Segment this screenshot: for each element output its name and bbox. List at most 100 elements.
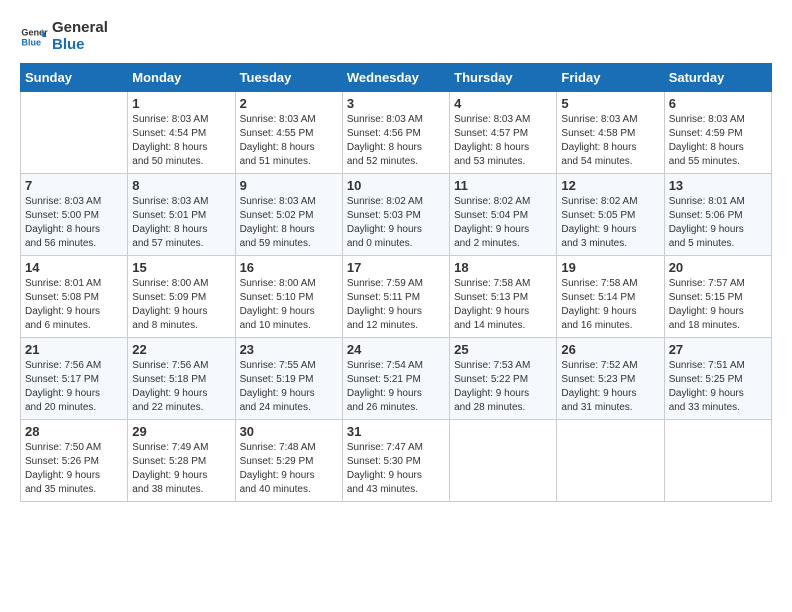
day-number: 21 [25, 342, 123, 357]
weekday-header-thursday: Thursday [450, 64, 557, 92]
calendar-cell: 25Sunrise: 7:53 AM Sunset: 5:22 PM Dayli… [450, 338, 557, 420]
day-info: Sunrise: 7:52 AM Sunset: 5:23 PM Dayligh… [561, 359, 659, 415]
day-number: 19 [561, 260, 659, 275]
weekday-header-sunday: Sunday [21, 64, 128, 92]
day-info: Sunrise: 7:58 AM Sunset: 5:14 PM Dayligh… [561, 277, 659, 333]
logo-blue: Blue [52, 37, 108, 54]
day-info: Sunrise: 8:02 AM Sunset: 5:04 PM Dayligh… [454, 195, 552, 251]
logo-general: General [52, 20, 108, 37]
calendar-cell: 4 Sunrise: 8:03 AM Sunset: 4:57 PM Daylig… [450, 92, 557, 174]
calendar-cell: 30 Sunrise: 7:48 AM Sunset: 5:29 PM Dayli… [235, 420, 342, 502]
day-info: Sunrise: 7:59 AM Sunset: 5:11 PM Dayligh… [347, 277, 445, 333]
calendar-week-1: 1 Sunrise: 8:03 AM Sunset: 4:54 PM Daylig… [21, 92, 772, 174]
day-info: Sunrise: 8:03 AM Sunset: 5:01 PM Dayligh… [132, 195, 230, 251]
day-number: 15 [132, 260, 230, 275]
calendar-cell: 7Sunrise: 8:03 AM Sunset: 5:00 PM Daylig… [21, 174, 128, 256]
calendar-cell: 26 Sunrise: 7:52 AM Sunset: 5:23 PM Dayli… [557, 338, 664, 420]
day-number: 27 [669, 342, 767, 357]
day-number: 23 [240, 342, 338, 357]
day-info: Sunrise: 8:03 AM Sunset: 4:56 PM Dayligh… [347, 113, 445, 169]
calendar-cell: 20 Sunrise: 7:57 AM Sunset: 5:15 PM Dayli… [664, 256, 771, 338]
day-info: Sunrise: 7:56 AM Sunset: 5:17 PM Dayligh… [25, 359, 123, 415]
day-number: 16 [240, 260, 338, 275]
day-info: Sunrise: 7:56 AM Sunset: 5:18 PM Dayligh… [132, 359, 230, 415]
day-info: Sunrise: 7:51 AM Sunset: 5:25 PM Dayligh… [669, 359, 767, 415]
day-info: Sunrise: 7:55 AM Sunset: 5:19 PM Dayligh… [240, 359, 338, 415]
header: General Blue General Blue [20, 20, 772, 53]
calendar-cell: 2 Sunrise: 8:03 AM Sunset: 4:55 PM Daylig… [235, 92, 342, 174]
calendar-cell: 13 Sunrise: 8:01 AM Sunset: 5:06 PM Dayli… [664, 174, 771, 256]
day-number: 13 [669, 178, 767, 193]
day-info: Sunrise: 8:00 AM Sunset: 5:10 PM Dayligh… [240, 277, 338, 333]
weekday-header-friday: Friday [557, 64, 664, 92]
calendar-cell [557, 420, 664, 502]
calendar-cell: 21 Sunrise: 7:56 AM Sunset: 5:17 PM Dayli… [21, 338, 128, 420]
calendar-week-2: 7Sunrise: 8:03 AM Sunset: 5:00 PM Daylig… [21, 174, 772, 256]
day-number: 25 [454, 342, 552, 357]
calendar-cell: 17 Sunrise: 7:59 AM Sunset: 5:11 PM Dayli… [342, 256, 449, 338]
day-info: Sunrise: 8:01 AM Sunset: 5:08 PM Dayligh… [25, 277, 123, 333]
calendar-table: SundayMondayTuesdayWednesdayThursdayFrid… [20, 63, 772, 502]
day-info: Sunrise: 8:03 AM Sunset: 4:55 PM Dayligh… [240, 113, 338, 169]
day-number: 26 [561, 342, 659, 357]
day-info: Sunrise: 8:00 AM Sunset: 5:09 PM Dayligh… [132, 277, 230, 333]
weekday-header-wednesday: Wednesday [342, 64, 449, 92]
day-info: Sunrise: 8:03 AM Sunset: 5:00 PM Dayligh… [25, 195, 123, 251]
weekday-header-monday: Monday [128, 64, 235, 92]
day-number: 17 [347, 260, 445, 275]
day-info: Sunrise: 8:03 AM Sunset: 4:59 PM Dayligh… [669, 113, 767, 169]
logo: General Blue General Blue [20, 20, 108, 53]
calendar-cell [21, 92, 128, 174]
day-info: Sunrise: 7:54 AM Sunset: 5:21 PM Dayligh… [347, 359, 445, 415]
calendar-cell: 22 Sunrise: 7:56 AM Sunset: 5:18 PM Dayli… [128, 338, 235, 420]
day-info: Sunrise: 8:01 AM Sunset: 5:06 PM Dayligh… [669, 195, 767, 251]
day-info: Sunrise: 8:03 AM Sunset: 4:57 PM Dayligh… [454, 113, 552, 169]
day-number: 8 [132, 178, 230, 193]
calendar-cell: 10Sunrise: 8:02 AM Sunset: 5:03 PM Dayli… [342, 174, 449, 256]
calendar-cell: 5 Sunrise: 8:03 AM Sunset: 4:58 PM Daylig… [557, 92, 664, 174]
day-number: 18 [454, 260, 552, 275]
day-number: 14 [25, 260, 123, 275]
day-number: 24 [347, 342, 445, 357]
calendar-week-3: 14 Sunrise: 8:01 AM Sunset: 5:08 PM Dayli… [21, 256, 772, 338]
day-info: Sunrise: 7:47 AM Sunset: 5:30 PM Dayligh… [347, 441, 445, 497]
logo-icon: General Blue [20, 23, 48, 51]
day-info: Sunrise: 7:48 AM Sunset: 5:29 PM Dayligh… [240, 441, 338, 497]
day-info: Sunrise: 8:02 AM Sunset: 5:03 PM Dayligh… [347, 195, 445, 251]
calendar-cell: 28 Sunrise: 7:50 AM Sunset: 5:26 PM Dayli… [21, 420, 128, 502]
day-number: 22 [132, 342, 230, 357]
svg-text:Blue: Blue [21, 37, 41, 47]
day-info: Sunrise: 8:03 AM Sunset: 4:54 PM Dayligh… [132, 113, 230, 169]
calendar-cell: 9Sunrise: 8:03 AM Sunset: 5:02 PM Daylig… [235, 174, 342, 256]
day-number: 2 [240, 96, 338, 111]
calendar-cell: 24 Sunrise: 7:54 AM Sunset: 5:21 PM Dayli… [342, 338, 449, 420]
calendar-cell: 11 Sunrise: 8:02 AM Sunset: 5:04 PM Dayli… [450, 174, 557, 256]
calendar-cell: 23 Sunrise: 7:55 AM Sunset: 5:19 PM Dayli… [235, 338, 342, 420]
day-number: 30 [240, 424, 338, 439]
day-number: 4 [454, 96, 552, 111]
calendar-cell: 3Sunrise: 8:03 AM Sunset: 4:56 PM Daylig… [342, 92, 449, 174]
calendar-cell: 31 Sunrise: 7:47 AM Sunset: 5:30 PM Dayli… [342, 420, 449, 502]
day-info: Sunrise: 7:57 AM Sunset: 5:15 PM Dayligh… [669, 277, 767, 333]
day-number: 31 [347, 424, 445, 439]
day-info: Sunrise: 7:49 AM Sunset: 5:28 PM Dayligh… [132, 441, 230, 497]
day-number: 6 [669, 96, 767, 111]
day-number: 11 [454, 178, 552, 193]
day-number: 29 [132, 424, 230, 439]
calendar-cell: 19 Sunrise: 7:58 AM Sunset: 5:14 PM Dayli… [557, 256, 664, 338]
calendar-cell: 18Sunrise: 7:58 AM Sunset: 5:13 PM Dayli… [450, 256, 557, 338]
day-number: 28 [25, 424, 123, 439]
calendar-cell: 1 Sunrise: 8:03 AM Sunset: 4:54 PM Daylig… [128, 92, 235, 174]
day-number: 1 [132, 96, 230, 111]
calendar-week-4: 21 Sunrise: 7:56 AM Sunset: 5:17 PM Dayli… [21, 338, 772, 420]
day-info: Sunrise: 7:50 AM Sunset: 5:26 PM Dayligh… [25, 441, 123, 497]
calendar-cell: 29 Sunrise: 7:49 AM Sunset: 5:28 PM Dayli… [128, 420, 235, 502]
calendar-week-5: 28 Sunrise: 7:50 AM Sunset: 5:26 PM Dayli… [21, 420, 772, 502]
day-number: 12 [561, 178, 659, 193]
calendar-cell: 8 Sunrise: 8:03 AM Sunset: 5:01 PM Daylig… [128, 174, 235, 256]
day-number: 20 [669, 260, 767, 275]
day-number: 5 [561, 96, 659, 111]
day-info: Sunrise: 8:02 AM Sunset: 5:05 PM Dayligh… [561, 195, 659, 251]
day-info: Sunrise: 8:03 AM Sunset: 4:58 PM Dayligh… [561, 113, 659, 169]
calendar-cell [450, 420, 557, 502]
